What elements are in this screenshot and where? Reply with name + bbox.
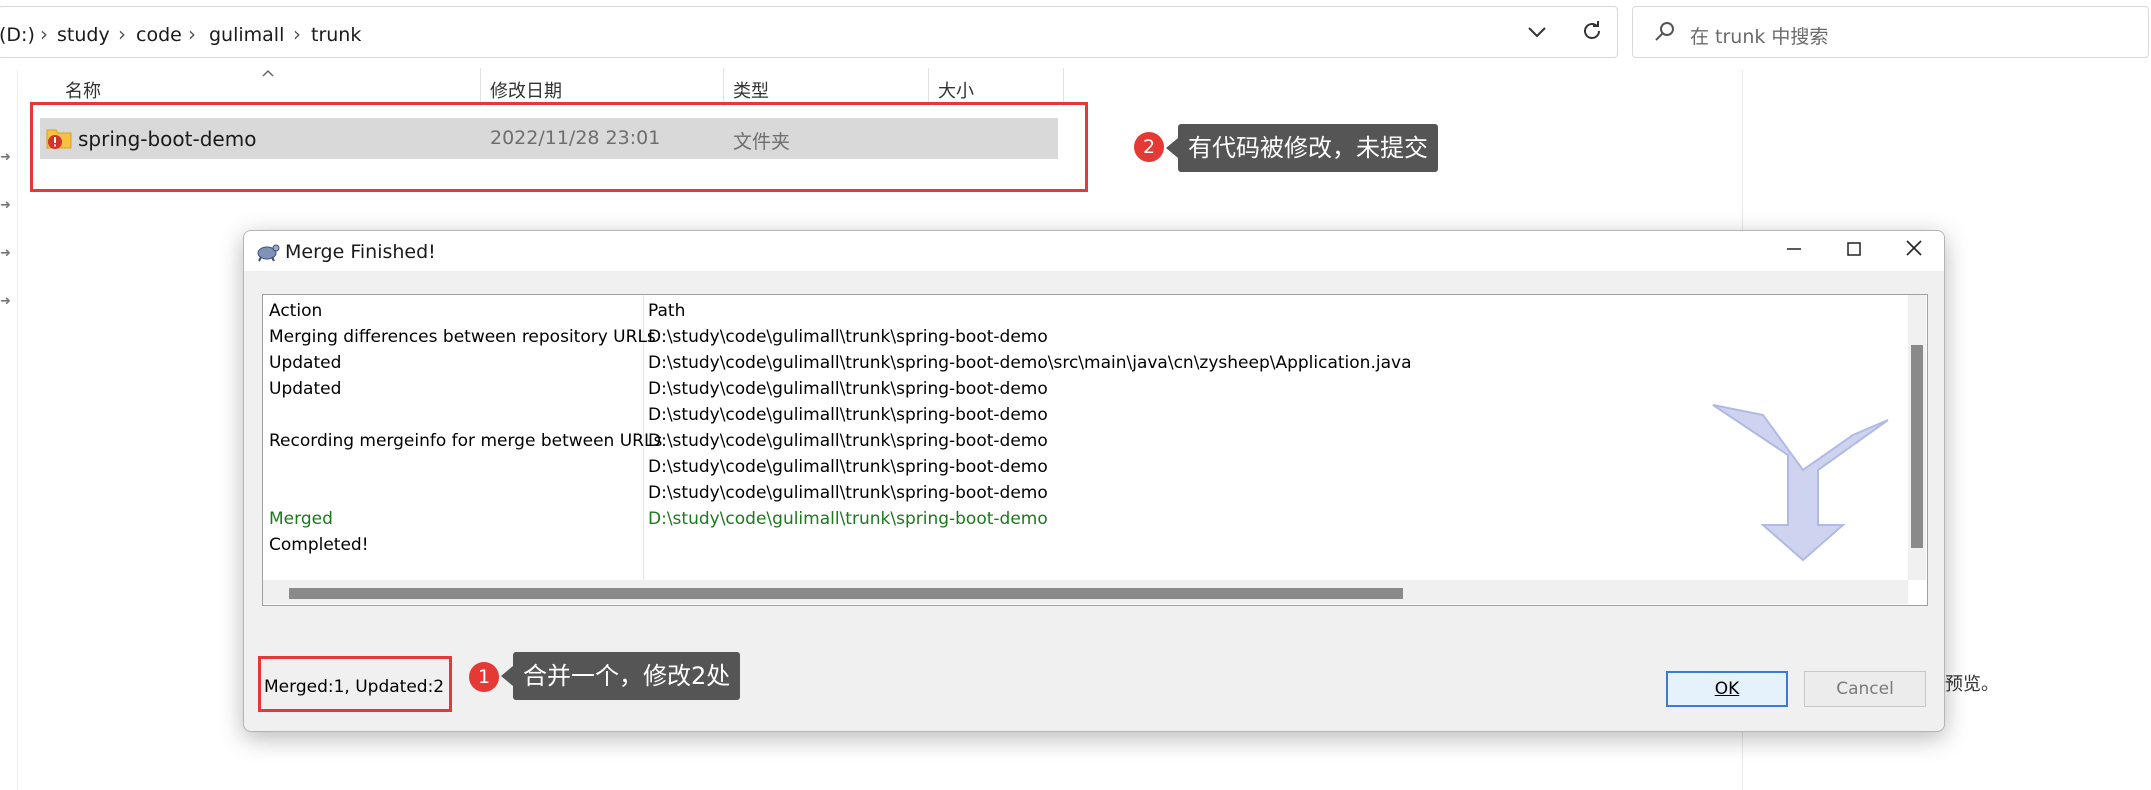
column-divider[interactable]	[723, 68, 724, 106]
chevron-down-icon[interactable]	[1527, 24, 1547, 40]
list-item-path: D:\study\code\gulimall\trunk\spring-boot…	[648, 379, 1048, 399]
dialog-titlebar[interactable]: Merge Finished!	[244, 231, 1944, 271]
list-item-action: Merging differences between repository U…	[269, 327, 656, 347]
annotation-badge-2: 2	[1134, 132, 1164, 162]
close-button[interactable]	[1884, 231, 1944, 271]
list-item-path: D:\study\code\gulimall\trunk\spring-boot…	[648, 457, 1048, 477]
list-item-action: Updated	[269, 353, 342, 373]
cancel-button[interactable]: Cancel	[1804, 671, 1926, 707]
preview-pane-text: 预览。	[1945, 674, 1999, 695]
list-item-action: Completed!	[269, 535, 369, 555]
list-item-action: Updated	[269, 379, 342, 399]
refresh-icon[interactable]	[1580, 19, 1604, 43]
breadcrumb-separator-icon: ›	[118, 22, 126, 46]
minimize-icon	[1787, 248, 1801, 250]
breadcrumb-separator-icon: ›	[293, 22, 301, 46]
dialog-title: Merge Finished!	[285, 241, 436, 263]
maximize-button[interactable]	[1824, 231, 1884, 271]
list-item-path: D:\study\code\gulimall\trunk\spring-boot…	[648, 353, 1412, 373]
column-divider[interactable]	[928, 68, 929, 106]
ok-button[interactable]: OK	[1666, 671, 1788, 707]
breadcrumb-drive[interactable]: (D:)	[0, 24, 35, 46]
merge-finished-dialog: Merge Finished! Action Path Merging diff…	[243, 230, 1945, 732]
list-item-action: Recording mergeinfo for merge between UR…	[269, 431, 663, 451]
minimize-button[interactable]	[1764, 231, 1824, 271]
list-item-path: D:\study\code\gulimall\trunk\spring-boot…	[648, 483, 1048, 503]
address-bar[interactable]: (D:) › study › code › gulimall › trunk	[0, 6, 1618, 58]
pin-icon[interactable]: ➜	[0, 294, 11, 309]
annotation-callout-2: 有代码被修改，未提交	[1166, 124, 1438, 172]
column-divider[interactable]	[480, 68, 481, 106]
ok-button-label: OK	[1714, 679, 1740, 699]
nav-pane-divider	[17, 70, 18, 790]
search-input[interactable]: 在 trunk 中搜索	[1632, 6, 2149, 58]
list-header-action[interactable]: Action	[269, 301, 322, 321]
annotation-badge-1: 1	[469, 662, 499, 692]
vertical-scrollbar-thumb[interactable]	[1911, 345, 1923, 548]
column-header-type[interactable]: 类型	[733, 77, 769, 103]
pin-icon[interactable]: ➜	[0, 246, 11, 261]
search-placeholder: 在 trunk 中搜索	[1690, 26, 1829, 48]
horizontal-scrollbar-thumb[interactable]	[289, 588, 1403, 599]
highlight-box-status	[258, 656, 452, 712]
breadcrumb-separator-icon: ›	[188, 22, 196, 46]
list-header-path[interactable]: Path	[648, 301, 685, 321]
list-item-path: D:\study\code\gulimall\trunk\spring-boot…	[648, 405, 1048, 425]
breadcrumb-trunk[interactable]: trunk	[311, 24, 361, 46]
annotation-callout-1: 合并一个，修改2处	[500, 652, 741, 700]
merge-results-list[interactable]: Action Path Merging differences between …	[262, 294, 1928, 606]
column-header-size[interactable]: 大小	[938, 77, 974, 103]
list-item-path: D:\study\code\gulimall\trunk\spring-boot…	[648, 431, 1048, 451]
list-item-path-merged: D:\study\code\gulimall\trunk\spring-boot…	[648, 509, 1048, 529]
breadcrumb-gulimall[interactable]: gulimall	[209, 24, 284, 46]
maximize-icon	[1847, 242, 1861, 256]
pin-icon[interactable]: ➜	[0, 150, 11, 165]
close-icon	[1906, 240, 1922, 256]
sort-ascending-icon	[262, 69, 274, 77]
column-header-name[interactable]: 名称	[65, 77, 101, 103]
breadcrumb-study[interactable]: study	[57, 24, 110, 46]
search-icon	[1655, 22, 1674, 41]
column-divider[interactable]	[1063, 68, 1064, 106]
list-item-path: D:\study\code\gulimall\trunk\spring-boot…	[648, 327, 1048, 347]
column-header-modified[interactable]: 修改日期	[490, 77, 562, 103]
highlight-box-folder	[30, 102, 1088, 192]
breadcrumb-code[interactable]: code	[136, 24, 182, 46]
breadcrumb-separator-icon: ›	[40, 22, 48, 46]
merge-arrow-watermark-icon	[1712, 404, 1889, 562]
tortoise-icon	[257, 244, 280, 262]
pin-icon[interactable]: ➜	[0, 198, 11, 213]
list-item-action-merged: Merged	[269, 509, 333, 529]
